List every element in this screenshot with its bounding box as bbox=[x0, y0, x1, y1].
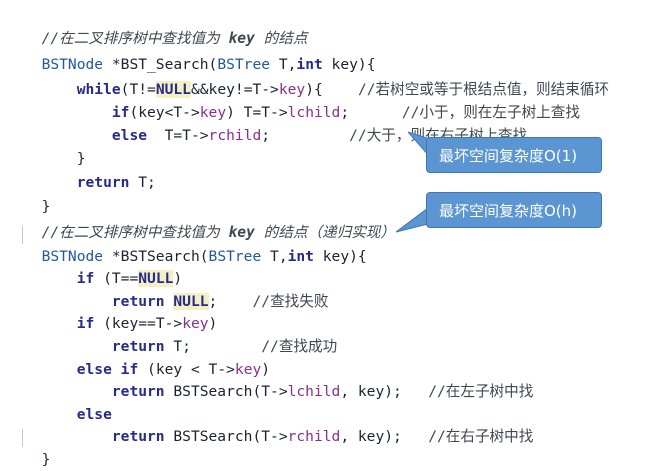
editor-caret bbox=[22, 429, 23, 447]
code-text: , key); bbox=[340, 428, 402, 445]
recursive-if-key-line: if (key==T->key) bbox=[24, 291, 218, 332]
recursive-else-line: else bbox=[24, 382, 112, 423]
callout-space-iterative: 最坏空间复杂度O(1) bbox=[426, 137, 602, 173]
code-member: lchild bbox=[287, 383, 341, 400]
code-param: key){ bbox=[313, 248, 367, 265]
code-text: BSTSearch(T-> bbox=[164, 428, 288, 445]
code-param: T, bbox=[261, 248, 288, 265]
code-text: BSTSearch(T-> bbox=[164, 383, 288, 400]
callout-pointer-recursive bbox=[396, 208, 428, 233]
code-text: T=T-> bbox=[147, 127, 209, 144]
iterative-inner-close-brace: } bbox=[24, 126, 86, 167]
code-comment: //在右子树中找 bbox=[428, 428, 534, 445]
code-keyword: int bbox=[287, 248, 314, 265]
iterative-while-line: while(T!=NULL&&key!=T->key){ //若树空或等于根结点… bbox=[24, 57, 609, 98]
iterative-return-line: return T; bbox=[24, 150, 156, 191]
code-text: , key); bbox=[340, 383, 402, 400]
recursive-comment-line: //在二叉排序树中查找值为 key 的结点（递归实现） bbox=[24, 200, 395, 241]
code-comment: //查找成功 bbox=[261, 338, 338, 355]
recursive-return-right-line: return BSTSearch(T->rchild, key); //在右子树… bbox=[24, 404, 533, 445]
code-keyword: return bbox=[111, 383, 165, 400]
iterative-close-brace: } bbox=[24, 174, 51, 215]
callout-space-recursive: 最坏空间复杂度O(h) bbox=[426, 192, 602, 228]
iterative-else-line: else T=T->rchild; //大于，则在右子树上查找 bbox=[24, 103, 527, 144]
code-comment: //查找失败 bbox=[252, 293, 329, 310]
iterative-comment-line: //在二叉排序树中查找值为 key 的结点 bbox=[24, 6, 308, 47]
code-keyword: else bbox=[111, 127, 148, 144]
recursive-signature-line: BSTNode *BSTSearch(BSTree T,int key){ bbox=[24, 224, 367, 265]
code-member: rchild bbox=[208, 127, 262, 144]
code-brace: } bbox=[41, 451, 51, 468]
code-member: rchild bbox=[287, 428, 341, 445]
code-keyword: return bbox=[76, 174, 130, 191]
code-text: ; bbox=[261, 127, 271, 144]
recursive-return-left-line: return BSTSearch(T->lchild, key); //在左子树… bbox=[24, 359, 533, 400]
callout-text: 最坏空间复杂度O(h) bbox=[439, 202, 578, 220]
code-type: BSTree bbox=[208, 248, 262, 265]
recursive-else-if-line: else if (key < T->key) bbox=[24, 337, 270, 378]
recursive-return-t-line: return T; //查找成功 bbox=[24, 314, 337, 355]
code-keyword: return bbox=[111, 428, 165, 445]
callout-text: 最坏空间复杂度O(1) bbox=[439, 147, 578, 165]
code-text: T; bbox=[129, 174, 156, 191]
iterative-if-line: if(key<T->key) T=T->lchild; //小于，则在左子树上查… bbox=[24, 80, 580, 121]
code-comment: //在左子树中找 bbox=[428, 383, 534, 400]
recursive-return-null-line: return NULL; //查找失败 bbox=[24, 269, 328, 310]
iterative-signature-line: BSTNode *BST_Search(BSTree T,int key){ bbox=[24, 32, 376, 73]
recursive-close-brace: } bbox=[24, 427, 51, 468]
editor-caret bbox=[22, 226, 23, 244]
recursive-if-null-line: if (T==NULL) bbox=[24, 246, 182, 287]
